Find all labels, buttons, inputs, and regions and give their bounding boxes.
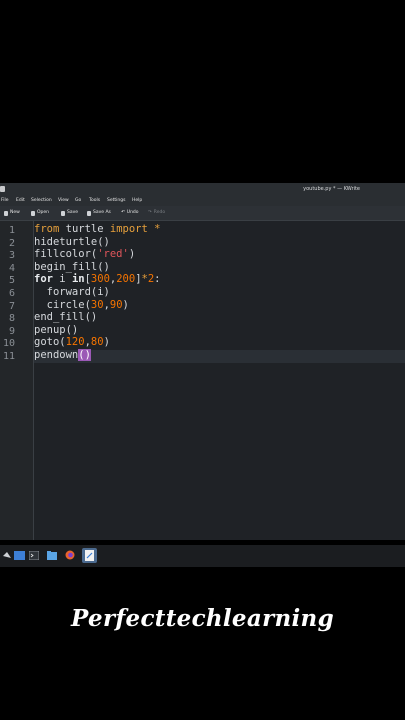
code-line[interactable]: hideturtle() <box>34 236 110 249</box>
show-desktop-icon[interactable] <box>13 549 25 561</box>
editor-area[interactable]: 1 2 3 4 5 6 7 8 9 10 11 from turtle impo… <box>0 221 405 540</box>
menu-file[interactable]: File <box>1 196 9 206</box>
firefox-icon[interactable] <box>64 549 76 561</box>
line-number: 8 <box>8 313 15 325</box>
menu-bar: File Edit Selection View Go Tools Settin… <box>0 196 405 206</box>
line-number-gutter: 1 2 3 4 5 6 7 8 9 10 11 <box>0 221 34 540</box>
menu-go[interactable]: Go <box>75 196 81 206</box>
code-line[interactable]: circle(30,90) <box>34 299 129 312</box>
redo-button[interactable]: ↷ Redo <box>148 206 165 220</box>
code-line[interactable]: pendown() <box>34 349 91 362</box>
save-button[interactable]: Save <box>61 206 78 220</box>
app-icon <box>0 186 5 192</box>
line-number: 10 <box>2 338 15 350</box>
save-icon <box>61 210 65 216</box>
code-line[interactable]: end_fill() <box>34 311 97 324</box>
kwrite-window: youtube.py * — KWrite File Edit Selectio… <box>0 183 405 540</box>
undo-label: Undo <box>126 210 139 215</box>
save-label: Save <box>67 210 79 215</box>
app-launcher-icon[interactable] <box>1 549 13 561</box>
code-line[interactable]: begin_fill() <box>34 261 110 274</box>
line-number: 9 <box>8 325 15 337</box>
line-number: 11 <box>2 351 15 362</box>
line-number: 3 <box>8 250 15 262</box>
title-bar: youtube.py * — KWrite <box>0 183 405 196</box>
kwrite-icon[interactable] <box>82 548 97 563</box>
menu-tools[interactable]: Tools <box>89 196 100 206</box>
save-as-icon <box>87 210 91 216</box>
window-title: youtube.py * — KWrite <box>303 186 360 192</box>
menu-settings[interactable]: Settings <box>107 196 125 206</box>
line-number: 7 <box>8 300 15 312</box>
save-as-label: Save As <box>93 210 111 215</box>
undo-icon: ↶ <box>121 210 125 215</box>
new-label: New <box>10 210 20 215</box>
watermark-caption: Perfecttechlearning <box>71 605 334 632</box>
new-file-icon <box>4 210 8 216</box>
new-button[interactable]: New <box>4 206 20 220</box>
line-number: 1 <box>8 225 15 236</box>
line-number: 2 <box>8 237 15 249</box>
menu-view[interactable]: View <box>58 196 69 206</box>
toolbar: New Open Save Save As ↶ Undo ↷ Redo <box>0 206 405 221</box>
save-as-button[interactable]: Save As <box>87 206 111 220</box>
redo-icon: ↷ <box>148 210 152 215</box>
code-line[interactable]: from turtle import * <box>34 223 160 236</box>
menu-edit[interactable]: Edit <box>16 196 25 206</box>
line-number: 5 <box>8 275 15 287</box>
redo-label: Redo <box>153 210 166 215</box>
undo-button[interactable]: ↶ Undo <box>121 206 139 220</box>
open-folder-icon <box>31 210 35 216</box>
taskbar <box>0 545 405 567</box>
open-button[interactable]: Open <box>31 206 49 220</box>
menu-help[interactable]: Help <box>132 196 142 206</box>
code-line[interactable]: goto(120,80) <box>34 336 110 349</box>
files-icon[interactable] <box>46 549 58 561</box>
code-line[interactable]: for i in[300,200]*2: <box>34 273 161 286</box>
code-line[interactable]: fillcolor('red') <box>34 248 135 261</box>
line-number: 4 <box>8 262 15 274</box>
menu-selection[interactable]: Selection <box>31 196 52 206</box>
code-line[interactable]: forward(i) <box>34 286 110 299</box>
line-number: 6 <box>8 288 15 299</box>
terminal-icon[interactable] <box>28 549 40 561</box>
code-line[interactable]: penup() <box>34 324 78 337</box>
open-label: Open <box>37 210 50 215</box>
